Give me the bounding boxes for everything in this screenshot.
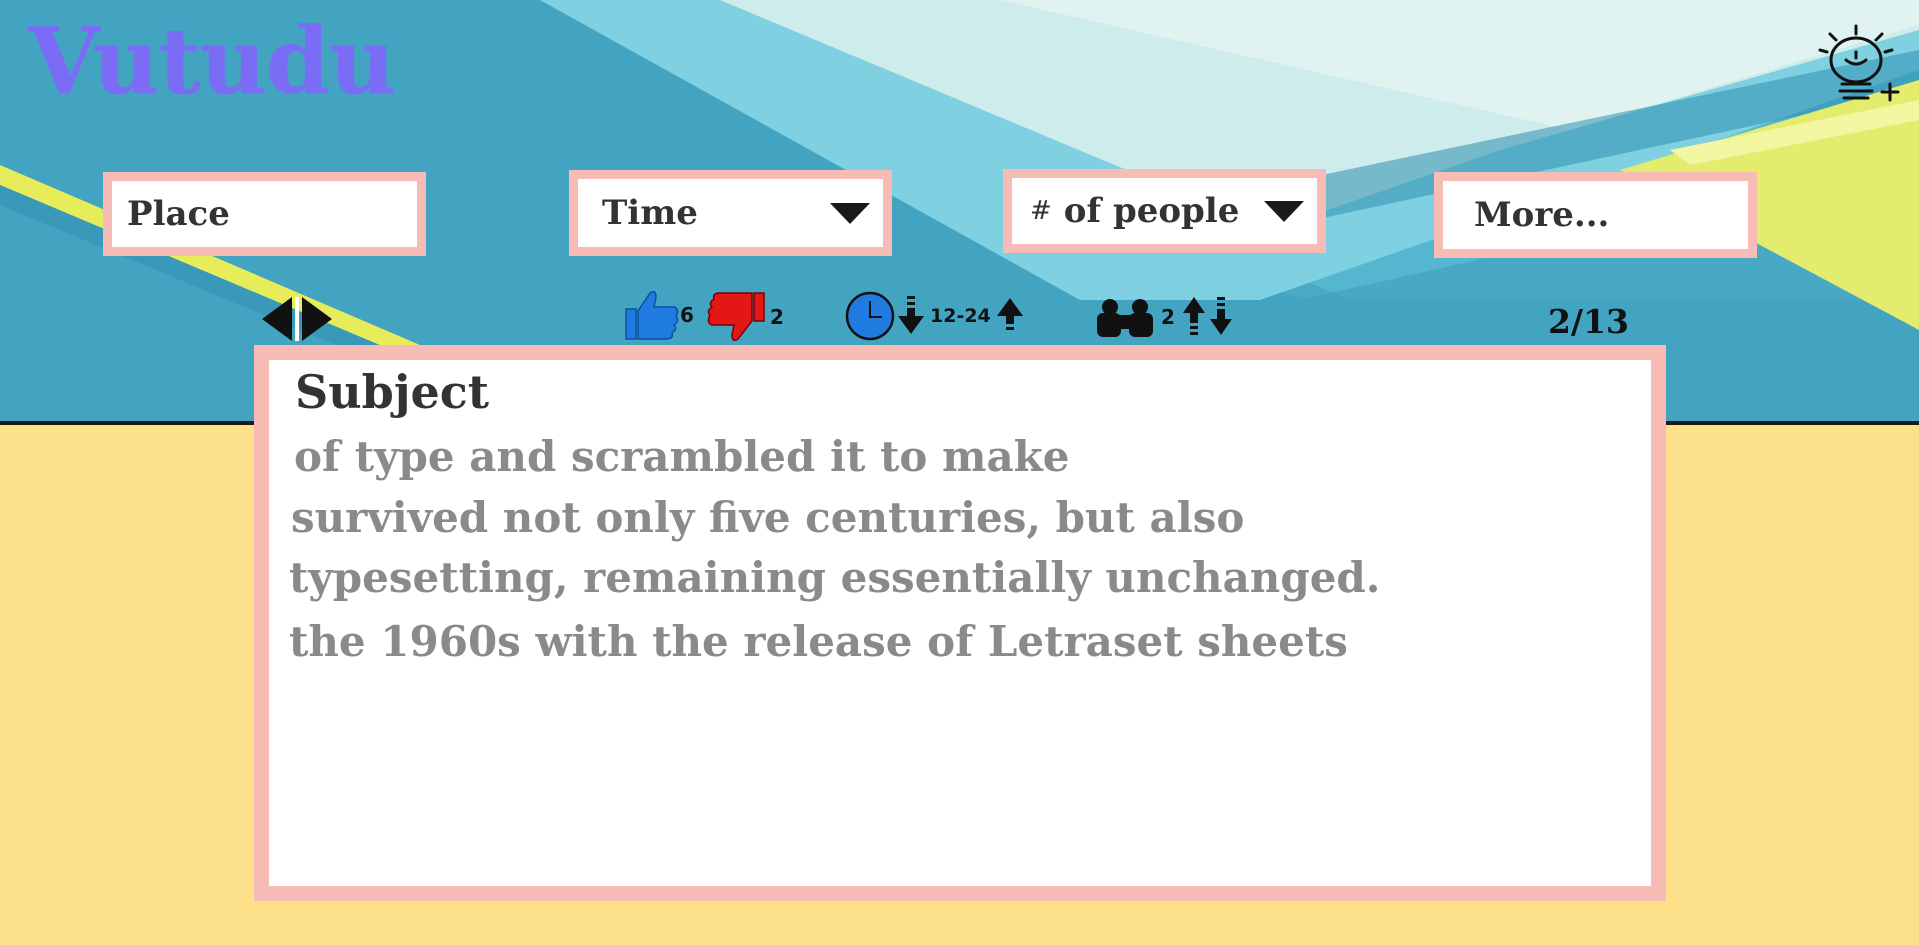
card-subject: Subject: [295, 365, 489, 419]
card-body-line: of type and scrambled it to make: [294, 432, 1070, 481]
time-label: Time: [602, 193, 698, 233]
likes-count: 6: [680, 303, 694, 327]
lightbulb-plus-icon[interactable]: [1808, 20, 1904, 110]
sort-down-icon: [898, 296, 924, 334]
time-dropdown[interactable]: Time: [569, 170, 892, 256]
people-count-dropdown[interactable]: # of people: [1003, 169, 1326, 253]
more-label: More...: [1474, 195, 1610, 235]
thumbs-down-icon: [707, 292, 765, 342]
more-filters-button[interactable]: More...: [1434, 172, 1757, 258]
chevron-down-icon: [1264, 201, 1304, 222]
likes-stat[interactable]: 6: [624, 289, 694, 341]
people-count: 2: [1161, 305, 1175, 329]
clock-icon: [845, 291, 895, 341]
sort-updown-icon: [1182, 297, 1232, 335]
stats-bar: 6 2 12-24 2: [0, 285, 1919, 345]
thumbs-up-icon: [625, 290, 679, 340]
prev-next-arrows[interactable]: [258, 295, 336, 343]
chevron-down-icon: [830, 203, 870, 224]
place-placeholder: Place: [127, 194, 230, 234]
card-body-line: the 1960s with the release of Letraset s…: [289, 617, 1348, 666]
time-range-value: 12-24: [930, 305, 991, 327]
prev-next-arrows-icon: [262, 297, 332, 341]
dislikes-count: 2: [770, 305, 784, 329]
dislikes-stat[interactable]: 2: [704, 291, 784, 343]
time-range-stat[interactable]: 12-24: [844, 291, 1025, 341]
page-counter: 2/13: [1548, 302, 1629, 341]
people-stat[interactable]: 2: [1095, 295, 1235, 339]
card-body-line: typesetting, remaining essentially uncha…: [289, 553, 1381, 602]
people-label: of people: [1063, 191, 1240, 231]
hash-symbol: #: [1030, 196, 1052, 226]
sort-up-icon: [996, 298, 1023, 330]
app-logo[interactable]: Vutudu: [28, 6, 396, 116]
people-group-icon: [1097, 299, 1153, 337]
card-body-line: survived not only five centuries, but al…: [291, 493, 1245, 542]
place-field[interactable]: Place: [103, 172, 426, 256]
